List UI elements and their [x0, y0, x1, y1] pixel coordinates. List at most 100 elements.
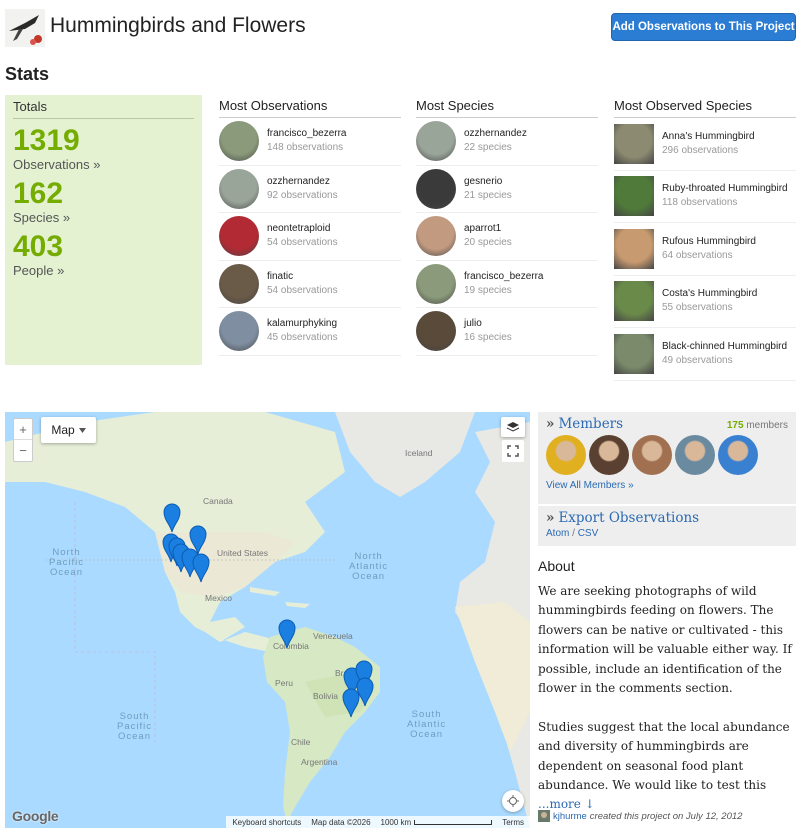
species-observer-row[interactable]: francisco_bezerra 19 species: [416, 261, 598, 308]
terms-link[interactable]: Terms: [502, 818, 524, 827]
species-row[interactable]: Anna's Hummingbird 296 observations: [614, 118, 796, 171]
zoom-out-button[interactable]: −: [14, 440, 32, 461]
species-stat: 55 observations: [662, 302, 733, 314]
user-avatar[interactable]: [219, 263, 259, 304]
observer-name[interactable]: ozzhernandez: [267, 175, 338, 189]
observer-stat: 54 observations: [267, 284, 338, 296]
user-avatar[interactable]: [219, 216, 259, 257]
observer-text: ozzhernandez 92 observations: [267, 175, 338, 203]
member-avatar[interactable]: [675, 435, 715, 475]
species-observer-name[interactable]: gesnerio: [464, 175, 512, 189]
species-observer-row[interactable]: julio 16 species: [416, 308, 598, 356]
observer-name[interactable]: kalamurphyking: [267, 317, 338, 331]
species-observer-row[interactable]: gesnerio 21 species: [416, 166, 598, 213]
user-avatar[interactable]: [416, 311, 456, 352]
about-paragraph-1: We are seeking photographs of wild hummi…: [538, 584, 792, 696]
scale-label: 1000 km: [380, 817, 412, 827]
fullscreen-button[interactable]: [502, 440, 524, 462]
observer-name[interactable]: finatic: [267, 270, 338, 284]
species-observer-name[interactable]: ozzhernandez: [464, 127, 527, 141]
user-avatar[interactable]: [219, 168, 259, 209]
species-name[interactable]: Ruby-throated Hummingbird: [662, 182, 788, 196]
map-marker-icon[interactable]: [163, 503, 181, 533]
member-avatar[interactable]: [718, 435, 758, 475]
member-avatar[interactable]: [632, 435, 672, 475]
creator-link[interactable]: kjhurme: [553, 811, 587, 822]
member-avatar[interactable]: [546, 435, 586, 475]
species-photo[interactable]: [614, 228, 654, 269]
observer-row[interactable]: kalamurphyking 45 observations: [219, 308, 401, 356]
species-observer-name[interactable]: francisco_bezerra: [464, 270, 543, 284]
species-photo[interactable]: [614, 123, 654, 164]
species-text: Costa's Hummingbird 55 observations: [662, 287, 757, 315]
view-all-members-link[interactable]: View All Members »: [546, 480, 788, 491]
observer-stat: 148 observations: [267, 142, 344, 154]
observations-total[interactable]: 1319 Observations »: [13, 124, 194, 173]
map-type-label: Map: [51, 423, 75, 437]
species-count: 162: [13, 177, 64, 210]
species-observer-row[interactable]: aparrot1 20 species: [416, 213, 598, 261]
export-title-text: Export Observations: [558, 510, 700, 526]
chevron-down-icon: [78, 427, 86, 433]
observer-name[interactable]: neontetraploid: [267, 222, 338, 236]
species-observer-name[interactable]: julio: [464, 317, 512, 331]
species-stat: 118 observations: [662, 197, 738, 209]
observer-row[interactable]: neontetraploid 54 observations: [219, 213, 401, 261]
map-type-select[interactable]: Map: [41, 417, 96, 443]
my-location-button[interactable]: [502, 790, 524, 812]
species-name[interactable]: Black-chinned Hummingbird: [662, 340, 787, 354]
atom-link[interactable]: Atom: [546, 528, 569, 539]
people-link[interactable]: People »: [13, 263, 194, 278]
observations-link[interactable]: Observations »: [13, 157, 194, 172]
map-marker-icon[interactable]: [342, 688, 360, 718]
species-link[interactable]: Species »: [13, 210, 194, 225]
csv-link[interactable]: CSV: [578, 528, 599, 539]
observer-row[interactable]: francisco_bezerra 148 observations: [219, 118, 401, 166]
species-name[interactable]: Rufous Hummingbird: [662, 235, 756, 249]
layers-button[interactable]: [501, 417, 525, 437]
creator-avatar[interactable]: [538, 810, 550, 822]
observer-stat: 54 observations: [267, 237, 338, 249]
species-row[interactable]: Ruby-throated Hummingbird 118 observation…: [614, 171, 796, 223]
species-row[interactable]: Black-chinned Hummingbird 49 observations: [614, 328, 796, 381]
observations-count: 1319: [13, 124, 80, 157]
species-photo[interactable]: [614, 281, 654, 322]
user-avatar[interactable]: [219, 311, 259, 352]
observation-markers[interactable]: [5, 412, 530, 828]
species-observer-name[interactable]: aparrot1: [464, 222, 512, 236]
keyboard-shortcuts-link[interactable]: Keyboard shortcuts: [232, 818, 301, 827]
user-avatar[interactable]: [219, 121, 259, 162]
fullscreen-icon: [507, 445, 519, 457]
species-row[interactable]: Rufous Hummingbird 64 observations: [614, 223, 796, 276]
zoom-in-button[interactable]: +: [14, 419, 32, 440]
user-avatar[interactable]: [416, 121, 456, 162]
observer-name[interactable]: francisco_bezerra: [267, 127, 346, 141]
species-observer-row[interactable]: ozzhernandez 22 species: [416, 118, 598, 166]
species-total[interactable]: 162 Species »: [13, 177, 194, 226]
export-title[interactable]: » Export Observations: [546, 510, 788, 526]
species-name[interactable]: Costa's Hummingbird: [662, 287, 757, 301]
species-text: Black-chinned Hummingbird 49 observations: [662, 340, 787, 368]
map-scale: 1000 km: [381, 818, 493, 827]
observations-map[interactable]: Iceland Canada United States Mexico Vene…: [5, 412, 530, 828]
observer-stat: 45 observations: [267, 332, 338, 344]
species-photo[interactable]: [614, 176, 654, 217]
user-avatar[interactable]: [416, 263, 456, 304]
user-avatar[interactable]: [416, 168, 456, 209]
member-avatar[interactable]: [589, 435, 629, 475]
add-observations-button[interactable]: Add Observations to This Project: [611, 13, 796, 41]
project-logo-icon[interactable]: [5, 9, 45, 47]
user-avatar[interactable]: [416, 216, 456, 257]
layers-icon: [506, 422, 520, 432]
species-name[interactable]: Anna's Hummingbird: [662, 130, 755, 144]
observer-row[interactable]: finatic 54 observations: [219, 261, 401, 308]
map-marker-icon[interactable]: [278, 619, 296, 649]
about-heading: About: [538, 558, 575, 574]
observer-row[interactable]: ozzhernandez 92 observations: [219, 166, 401, 213]
people-total[interactable]: 403 People »: [13, 231, 194, 279]
species-photo[interactable]: [614, 333, 654, 374]
species-row[interactable]: Costa's Hummingbird 55 observations: [614, 276, 796, 328]
map-marker-icon[interactable]: [192, 553, 210, 583]
species-stat: 49 observations: [662, 354, 733, 366]
map-marker-icon[interactable]: [356, 677, 374, 707]
